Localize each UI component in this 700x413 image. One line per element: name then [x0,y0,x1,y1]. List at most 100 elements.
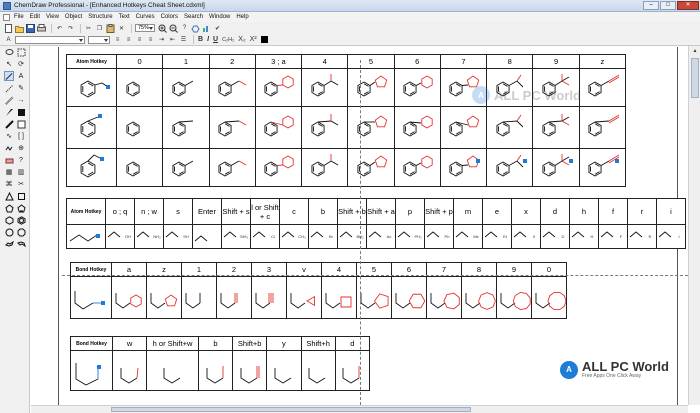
cyclooctane-icon[interactable] [16,227,26,237]
menu-text[interactable]: Text [119,14,130,20]
text-tool-icon[interactable]: A [16,71,26,81]
zoom-select[interactable]: 75% [135,24,155,32]
chain-tool-icon[interactable] [4,143,14,153]
select-arrow-icon[interactable]: ↖ [4,59,14,69]
new-document-icon[interactable] [4,23,13,33]
scroll-up-icon[interactable]: ▲ [689,46,700,56]
save-icon[interactable] [26,23,35,33]
orbital-tool-icon[interactable] [16,107,26,117]
justify-icon[interactable]: ≡ [146,35,155,44]
bold-button[interactable]: B [197,35,204,44]
cyclohexane-icon[interactable] [4,215,14,225]
align-center-icon[interactable]: ≡ [124,35,133,44]
pen-tool-icon[interactable]: ✎ [16,83,26,93]
lasso-icon[interactable] [4,47,14,57]
rotate-icon[interactable]: ⟳ [16,59,26,69]
bold-bond-icon[interactable] [4,119,14,129]
font-select[interactable] [15,35,85,44]
atom-label-result-15: D [540,224,570,249]
tlc-tool-icon[interactable]: ▥ [16,167,26,177]
menu-colors[interactable]: Colors [161,14,178,20]
result-structure-0-5 [357,74,388,97]
bracket-tool-icon[interactable]: [ ] [16,131,26,141]
result-structure-2-10 [588,154,620,177]
bond-result-6 [321,276,357,319]
solid-bond-icon[interactable] [4,71,14,81]
template-structure-0 [80,79,110,98]
indent-icon[interactable]: ⇥ [157,35,166,44]
maximize-button[interactable]: □ [660,1,676,10]
undo-icon[interactable]: ↶ [55,24,64,33]
horizontal-scrollbar[interactable] [31,405,688,413]
analysis-icon[interactable] [202,24,211,33]
cyclopropane-icon[interactable] [4,191,14,201]
copy-icon[interactable]: ❐ [95,24,104,33]
outdent-icon[interactable]: ⇤ [168,35,177,44]
benzene-icon[interactable] [16,215,26,225]
align-left-icon[interactable]: ≡ [113,35,122,44]
templates-icon[interactable]: ⌘ [4,179,14,189]
menu-search[interactable]: Search [184,14,203,20]
dashed-bond-icon[interactable] [4,83,14,93]
chair-cyclohexane-2-icon[interactable] [16,239,26,249]
help-icon[interactable]: ? [180,24,189,33]
menu-structure[interactable]: Structure [88,14,112,20]
wedge-bond-icon[interactable] [4,107,14,117]
hashed-bond-icon[interactable] [4,95,14,105]
horizontal-scroll-thumb[interactable] [111,407,471,412]
vertical-scrollbar[interactable]: ▲ [688,46,700,405]
menu-help[interactable]: Help [236,14,248,20]
chair-cyclohexane-icon[interactable] [4,239,14,249]
paste-icon[interactable] [106,23,115,33]
drawing-elements-icon[interactable] [16,119,26,129]
cyclobutane-icon[interactable] [16,191,26,201]
close-button[interactable]: ✕ [677,1,699,10]
eraser-icon[interactable] [4,155,14,165]
atom-label-text-9: Ac [386,234,392,239]
wavy-bond-icon[interactable]: ∿ [4,131,14,141]
menu-object[interactable]: Object [65,14,82,20]
vertical-scroll-thumb[interactable] [691,58,699,98]
zoom-out-icon[interactable] [169,24,178,33]
superscript-button[interactable]: X² [249,35,258,44]
bond-structure-5 [290,292,315,309]
menu-edit[interactable]: Edit [30,14,40,20]
font-size-select[interactable] [88,35,110,44]
line-spacing-icon[interactable]: ☰ [179,35,188,44]
delete-icon[interactable]: ✕ [117,24,126,33]
minimize-button[interactable]: – [643,1,659,10]
mass-fragment-icon[interactable]: ✂ [16,179,26,189]
query-tool-icon[interactable]: ? [16,155,26,165]
atom-row-2-template [66,148,117,187]
check-structure-icon[interactable]: ✔ [213,24,222,33]
redo-icon[interactable]: ↷ [66,24,75,33]
result-structure-0-0 [126,80,140,97]
menu-view[interactable]: View [46,14,59,20]
menu-window[interactable]: Window [209,14,230,20]
underline-button[interactable]: U [212,35,219,44]
cyclopentadiene-icon[interactable] [16,203,26,213]
formula-button[interactable]: C₂H₂ [221,35,235,44]
cut-icon[interactable]: ✂ [84,24,93,33]
table-tool-icon[interactable]: ▦ [4,167,14,177]
color-swatch-icon[interactable] [260,35,269,44]
bond-result-10 [461,276,497,319]
menu-file[interactable]: File [14,14,24,20]
atom-label-result-13: Et [482,224,512,249]
chemical-symbols-icon[interactable]: ⊕ [16,143,26,153]
print-icon[interactable] [37,23,46,33]
atom-label-text-11: Ph [444,234,450,239]
bond-result-7 [356,276,392,319]
cyclopentane-icon[interactable] [4,203,14,213]
cycloheptane-icon[interactable] [4,227,14,237]
open-folder-icon[interactable] [15,24,24,33]
italic-button[interactable]: I [206,35,210,44]
marquee-icon[interactable] [16,47,26,57]
bond-result-3 [216,276,252,319]
zoom-in-icon[interactable] [158,24,167,33]
align-right-icon[interactable]: ≡ [135,35,144,44]
subscript-button[interactable]: X₂ [237,35,246,44]
arrow-tool-icon[interactable]: → [16,95,26,105]
menu-curves[interactable]: Curves [136,14,155,20]
structure-info-icon[interactable] [191,24,200,33]
